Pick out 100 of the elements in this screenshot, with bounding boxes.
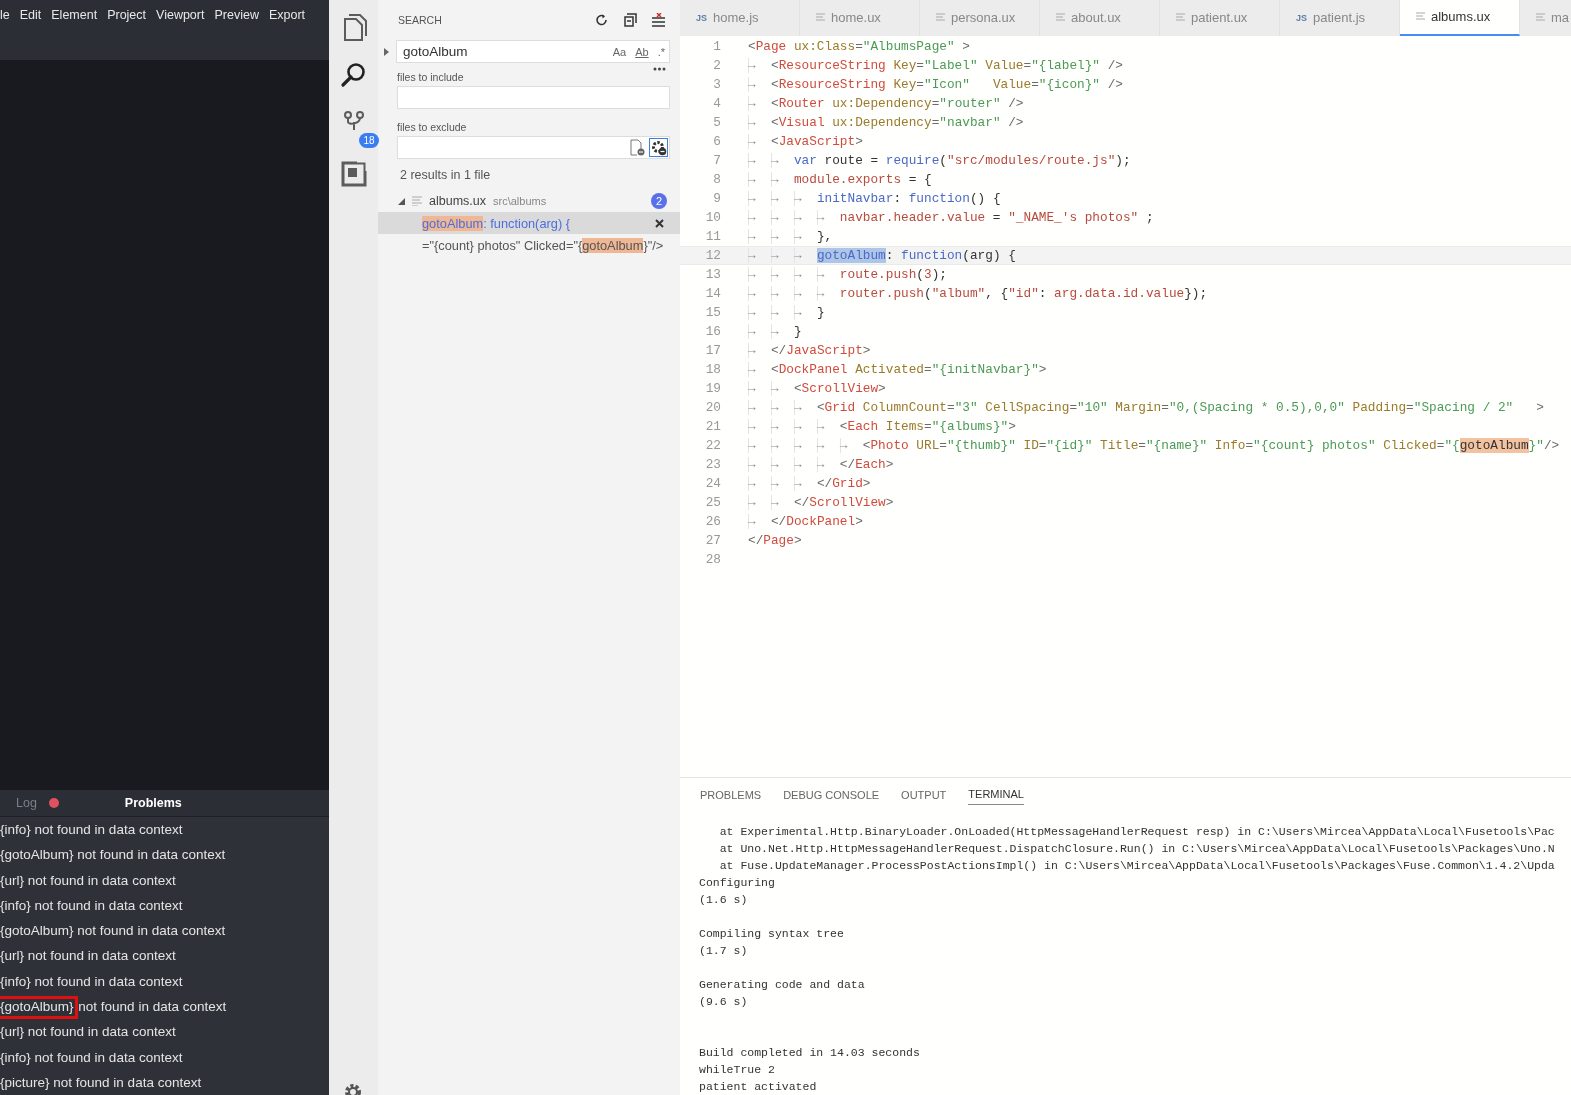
panel-tab[interactable]: PROBLEMS (700, 787, 762, 805)
code-line: → → → → route.push(3); (748, 265, 947, 284)
lines-icon (1416, 12, 1425, 22)
code-line: → → </ScrollView> (748, 493, 894, 512)
problem-message: {info} not found in data context (0, 896, 183, 915)
line-number: 28 (704, 550, 722, 569)
menu-item[interactable]: Export (267, 8, 307, 22)
panel-tab[interactable]: Log (0, 796, 59, 810)
match-count: 2 (651, 193, 667, 209)
line-number: 22 (704, 436, 722, 455)
code-line: → → → → router.push("album", {"id": arg.data.id.value}); (748, 284, 1208, 303)
problem-message: {info} not found in data context (0, 821, 183, 839)
problem-message: {info} not found in data context (0, 1048, 183, 1067)
code-line: </Page> (748, 531, 802, 550)
problem-message: {picture} not found in data context (0, 1073, 202, 1092)
panel-tab[interactable]: Problems (108, 796, 182, 810)
panel-tab[interactable]: OUTPUT (901, 787, 947, 805)
panel-tab[interactable]: TERMINAL (968, 787, 1024, 805)
menu-item[interactable]: Preview (213, 8, 260, 22)
line-number: 7 (712, 151, 722, 170)
result-file[interactable]: albums.ux (429, 194, 486, 208)
code-line: → <DockPanel Activated="{initNavbar}"> (748, 360, 1047, 379)
menu-item[interactable]: Viewport (155, 8, 206, 22)
line-number: 14 (704, 284, 722, 303)
code-line: → → → → navbar.header.value = "_NAME_'s photos" ; (748, 208, 1154, 227)
results-summary: 2 results in 1 file (399, 167, 492, 184)
terminal-output: at Experimental.Http.BinaryLoader.OnLoaded(HttpMessageHandlerRequest resp) in C:\Users\Mircea\AppData\Local\Fusetools\Pac at Uno.Net.Http.HttpMessageHandlerRequest.DispatchClosure.Run() in C:\Users\Mircea\AppData\Local\Fusetools\Packages\Uno.N at Fuse.UpdateManager.ProcessPostActionsImpl() in C:\Users\Mircea\AppData\Local\Fusetools\Packages\Fuse.Common\1.4.2\Upda Configuring (1.6 s) Compiling syntax tree (1.7 s) Generating code and data (9.6 s) Build completed in 14.03 seconds whileTrue 2 patient activated (698, 824, 1556, 1095)
line-number: 15 (704, 303, 722, 322)
code-line: → <Visual ux:Dependency="navbar" /> (748, 113, 1024, 132)
count-badge: 18 (359, 133, 379, 148)
code-line: → → → → → <Photo URL="{thumb}" ID="{id}" Title="{name}" Info="{count} photos" Clicked="{gotoAlbum}"/> (748, 436, 1560, 455)
line-number: 20 (704, 398, 722, 417)
panel-tab[interactable]: DEBUG CONSOLE (783, 787, 880, 805)
collapse-all-icon[interactable] (623, 13, 637, 27)
line-number: 24 (704, 474, 722, 493)
menu-item[interactable]: Project (106, 8, 148, 22)
line-number: 2 (712, 56, 722, 75)
problem-message: {url} not found in data context (0, 1023, 176, 1042)
code-line: → → → <Grid ColumnCount="3" CellSpacing="10" Margin="0,(Spacing * 0.5),0,0" Padding="Spacing / 2" > (748, 398, 1544, 417)
line-number: 3 (712, 75, 722, 94)
panel-title: SEARCH (398, 14, 443, 26)
search-option[interactable]: Aa (612, 45, 627, 58)
field-label: files to exclude (396, 121, 468, 133)
editor-tab[interactable]: albums.ux (1400, 0, 1520, 36)
search-result[interactable]: gotoAlbum: function(arg) { (378, 212, 680, 234)
code-line: → <JavaScript> (748, 132, 863, 151)
problem-message: {url} not found in data context (0, 947, 176, 966)
clear-results-icon[interactable] (651, 13, 666, 27)
menu-item[interactable]: Element (50, 8, 99, 22)
search-option[interactable]: Ab (635, 45, 649, 58)
line-number: 6 (712, 132, 722, 151)
code-line: → → <ScrollView> (748, 379, 886, 398)
lines-icon (1536, 13, 1545, 23)
include-field[interactable] (397, 86, 670, 109)
line-number: 23 (704, 455, 722, 474)
lines-icon (1056, 13, 1065, 23)
code-line: → → } (748, 322, 802, 341)
gear-icon[interactable] (649, 138, 668, 157)
refresh-icon[interactable] (595, 13, 609, 27)
code-line: → <ResourceString Key="Icon" Value="{icon}" /> (748, 75, 1123, 94)
menu-item[interactable]: Edit (18, 8, 43, 22)
exclude-field[interactable] (397, 136, 670, 159)
code-line: → </DockPanel> (748, 512, 863, 531)
line-number: 5 (712, 113, 722, 132)
search-option[interactable]: .* (657, 45, 665, 58)
line-number: 12 (704, 246, 722, 264)
file-icon[interactable] (629, 139, 645, 156)
more-icon[interactable] (653, 67, 666, 71)
code-line: <Page ux:Class="AlbumsPage" > (748, 37, 970, 56)
code-line: → → → gotoAlbum: function(arg) { (748, 246, 1016, 264)
code-line: → </JavaScript> (748, 341, 871, 360)
lines-icon (936, 13, 945, 23)
close-icon[interactable] (655, 218, 664, 228)
line-number: 9 (712, 189, 722, 208)
line-number: 10 (704, 208, 722, 227)
code-line: → → → → <Each Items="{albums}"> (748, 417, 1016, 436)
line-number: 27 (704, 531, 722, 550)
line-number: 13 (704, 265, 722, 284)
line-number: 17 (704, 341, 722, 360)
line-number: 11 (704, 227, 722, 246)
line-number: 25 (704, 493, 722, 512)
search-field[interactable]: gotoAlbum Aa Ab .* (396, 40, 670, 63)
field-label: files to include (396, 71, 465, 83)
code-line: → → → </Grid> (748, 474, 871, 493)
problem-message: {gotoAlbum} not found in data context (0, 846, 226, 865)
line-number: 26 (704, 512, 722, 531)
collapse-caret-icon[interactable] (398, 197, 405, 205)
problem-message: {url} not found in data context (0, 871, 176, 890)
expand-icon[interactable] (384, 47, 390, 56)
code-line: → → → } (748, 303, 825, 322)
problem-message: {gotoAlbum} not found in data context (0, 922, 226, 941)
code-line: → → → → </Each> (748, 455, 894, 474)
code-line: → → → initNavbar: function() { (748, 189, 1001, 208)
code-line: → → module.exports = { (748, 170, 932, 189)
line-number: 19 (704, 379, 722, 398)
menu-item[interactable]: le (0, 8, 11, 22)
line-number: 1 (712, 37, 722, 56)
line-number: 4 (712, 94, 722, 113)
file-lines-icon (412, 196, 422, 206)
file-path: src\albums (493, 195, 548, 207)
